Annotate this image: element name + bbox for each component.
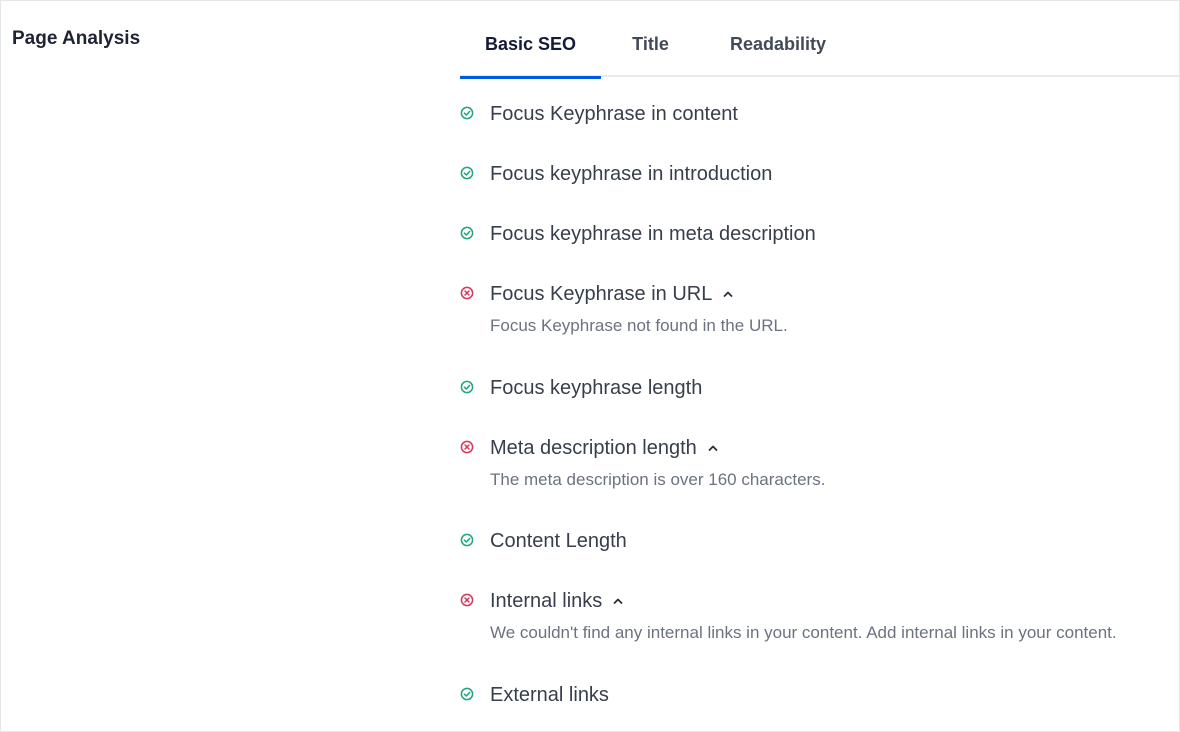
check-item: Internal links We couldn't find any inte… [460, 589, 1117, 643]
tab-title[interactable]: Title [618, 34, 683, 77]
check-label: Focus keyphrase in meta description [490, 223, 816, 245]
check-label: Internal links [490, 590, 603, 612]
section-title: Page Analysis [12, 28, 141, 49]
check-circle-icon [460, 687, 474, 701]
check-detail: The meta description is over 160 charact… [490, 470, 826, 489]
chevron-up-icon[interactable] [707, 442, 719, 454]
check-item: Content Length [460, 529, 627, 553]
check-label: Focus keyphrase length [490, 377, 703, 399]
check-item: External links [460, 683, 609, 707]
check-label: Content Length [490, 530, 627, 552]
tab-basic-seo[interactable]: Basic SEO [460, 34, 601, 79]
tab-readability[interactable]: Readability [722, 34, 834, 77]
chevron-up-icon[interactable] [722, 288, 734, 300]
check-detail: We couldn't find any internal links in y… [490, 623, 1117, 642]
x-circle-icon [460, 440, 474, 454]
check-label: Meta description length [490, 437, 697, 459]
check-detail: Focus Keyphrase not found in the URL. [490, 316, 788, 335]
check-item: Focus keyphrase length [460, 376, 702, 400]
x-circle-icon [460, 593, 474, 607]
analysis-tabs: Basic SEO Title Readability [460, 1, 1179, 79]
check-label: Focus keyphrase in introduction [490, 163, 773, 185]
check-label: External links [490, 684, 609, 706]
check-circle-icon [460, 533, 474, 547]
check-item: Focus keyphrase in introduction [460, 162, 772, 186]
page-analysis-panel: Page Analysis Basic SEO Title Readabilit… [0, 0, 1180, 732]
check-item: Meta description length The meta descrip… [460, 436, 825, 490]
check-item: Focus Keyphrase in content [460, 102, 738, 126]
check-circle-icon [460, 166, 474, 180]
check-circle-icon [460, 380, 474, 394]
chevron-up-icon[interactable] [612, 595, 624, 607]
check-circle-icon [460, 106, 474, 120]
check-label: Focus Keyphrase in content [490, 103, 738, 125]
check-item: Focus Keyphrase in URL Focus Keyphrase n… [460, 282, 788, 336]
check-label: Focus Keyphrase in URL [490, 283, 713, 305]
check-circle-icon [460, 226, 474, 240]
x-circle-icon [460, 286, 474, 300]
check-item: Focus keyphrase in meta description [460, 222, 816, 246]
